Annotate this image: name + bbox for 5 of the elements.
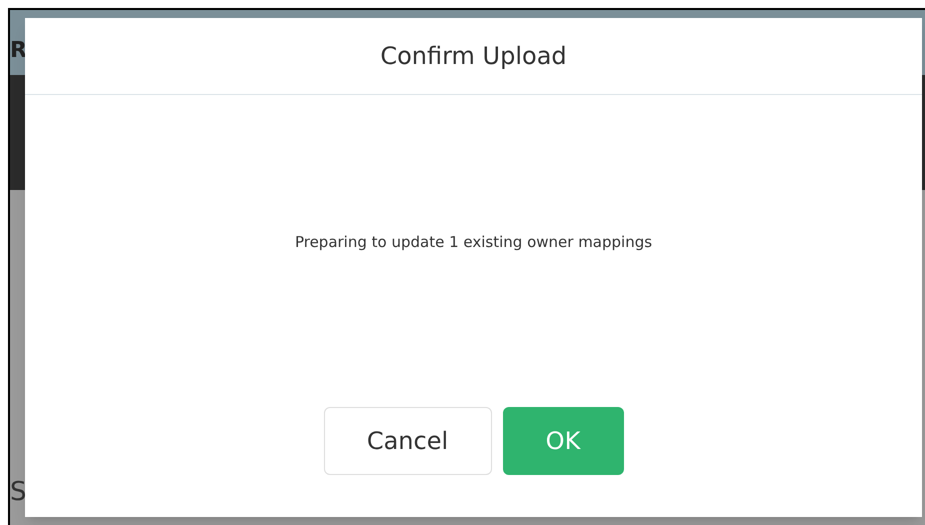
dialog-message: Preparing to update 1 existing owner mappings	[294, 232, 652, 253]
cancel-button[interactable]: Cancel	[324, 407, 492, 475]
dialog-title: Confirm Upload	[380, 41, 567, 72]
header-text: R	[10, 40, 27, 62]
section-heading: S	[10, 479, 28, 505]
